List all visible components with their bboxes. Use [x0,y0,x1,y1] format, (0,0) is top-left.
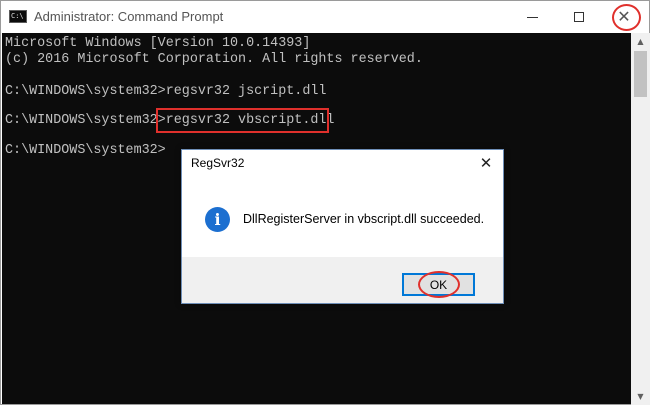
dialog-footer: OK [182,257,503,303]
maximize-button[interactable] [556,1,602,33]
console-line: C:\WINDOWS\system32> [5,143,166,158]
minimize-button[interactable] [509,1,555,33]
console-line: (c) 2016 Microsoft Corporation. All righ… [5,52,423,67]
title-bar[interactable]: C:\ Administrator: Command Prompt ✕ [1,1,649,33]
dialog-title: RegSvr32 [191,156,245,170]
scroll-down-arrow-icon[interactable]: ▼ [631,388,650,405]
scroll-up-arrow-icon[interactable]: ▲ [631,33,650,50]
scrollbar-thumb[interactable] [634,51,647,97]
close-icon: ✕ [617,7,631,26]
dialog-close-button[interactable]: ✕ [474,152,498,174]
close-button[interactable]: ✕ [601,1,647,33]
console-line: C:\WINDOWS\system32>regsvr32 jscript.dll [5,84,327,99]
window-title: Administrator: Command Prompt [34,9,224,24]
info-icon: i [205,207,230,232]
ok-button[interactable]: OK [402,273,475,296]
command-prompt-icon: C:\ [9,10,27,23]
console-line: C:\WINDOWS\system32>regsvr32 vbscript.dl… [5,113,335,128]
command-prompt-window: C:\ Administrator: Command Prompt ✕ Micr… [0,0,650,405]
dialog-message: DllRegisterServer in vbscript.dll succee… [243,212,485,226]
minimize-icon [526,16,538,18]
console-line: Microsoft Windows [Version 10.0.14393] [5,36,311,51]
regsvr32-dialog: RegSvr32 ✕ i DllRegisterServer in vbscri… [181,149,504,304]
close-icon: ✕ [479,154,493,172]
vertical-scrollbar[interactable]: ▲ ▼ [631,33,650,405]
maximize-icon [574,12,584,22]
